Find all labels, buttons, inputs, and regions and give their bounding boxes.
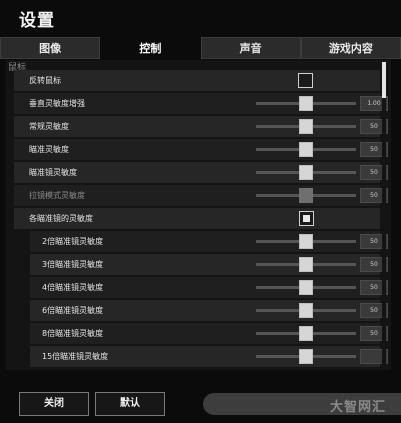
setting-label: 垂直灵敏度增强 (29, 99, 85, 108)
settings-row: 瞄准灵敏度 50 (14, 139, 388, 160)
settings-row: 拉镜模式灵敏度 50 (14, 185, 388, 206)
close-button[interactable]: 关闭 (19, 392, 89, 416)
indent-gutter (14, 323, 30, 344)
setting-label: 2倍瞄准镜灵敏度 (42, 237, 104, 246)
indent-gutter (14, 300, 30, 321)
scrollbar[interactable] (382, 62, 386, 368)
scrollbar-thumb[interactable] (382, 62, 386, 98)
settings-row: 4倍瞄准镜灵敏度 50 (14, 277, 388, 298)
setting-label: 4倍瞄准镜灵敏度 (42, 283, 104, 292)
tab-graphics[interactable]: 图像 (0, 37, 101, 59)
settings-row: 15倍瞄准镜灵敏度 (14, 346, 388, 367)
setting-label: 拉镜模式灵敏度 (29, 191, 85, 200)
slider-thumb[interactable] (299, 96, 313, 111)
settings-row: 垂直灵敏度增强 1.00 (14, 93, 388, 114)
slider-track[interactable] (256, 142, 356, 157)
setting-label: 各瞄准镜的灵敏度 (29, 214, 93, 223)
setting-label: 瞄准灵敏度 (29, 145, 69, 154)
setting-label: 15倍瞄准镜灵敏度 (42, 352, 109, 361)
tab-sound[interactable]: 声音 (200, 37, 301, 59)
settings-row: 2倍瞄准镜灵敏度 50 (14, 231, 388, 252)
checkbox[interactable] (298, 73, 313, 88)
setting-label: 8倍瞄准镜灵敏度 (42, 329, 104, 338)
window-title: 设置 (19, 11, 55, 31)
slider-thumb[interactable] (299, 257, 313, 272)
slider-track[interactable] (256, 280, 356, 295)
settings-row: 3倍瞄准镜灵敏度 50 (14, 254, 388, 275)
watermark: 大智网汇 (330, 400, 387, 415)
slider-thumb[interactable] (299, 119, 313, 134)
slider-thumb[interactable] (299, 326, 313, 341)
slider-track[interactable] (256, 257, 356, 272)
setting-label: 反转鼠标 (29, 76, 61, 85)
slider-track[interactable] (256, 326, 356, 341)
setting-label: 3倍瞄准镜灵敏度 (42, 260, 104, 269)
slider-track[interactable] (256, 165, 356, 180)
settings-row: 常规灵敏度 50 (14, 116, 388, 137)
indent-gutter (14, 277, 30, 298)
setting-label: 常规灵敏度 (29, 122, 69, 131)
settings-row: 8倍瞄准镜灵敏度 50 (14, 323, 388, 344)
slider-thumb[interactable] (299, 165, 313, 180)
slider-thumb[interactable] (299, 349, 313, 364)
slider-track[interactable] (256, 303, 356, 318)
slider-track[interactable] (256, 96, 356, 111)
settings-row: 6倍瞄准镜灵敏度 50 (14, 300, 388, 321)
indent-gutter (14, 346, 30, 367)
slider-track[interactable] (256, 119, 356, 134)
settings-row: 反转鼠标 (14, 70, 380, 91)
settings-row: 瞄准镜灵敏度 50 (14, 162, 388, 183)
slider-thumb[interactable] (299, 234, 313, 249)
slider-thumb[interactable] (299, 188, 313, 203)
tab-gameplay[interactable]: 游戏内容 (300, 37, 401, 59)
indent-gutter (14, 231, 30, 252)
slider-track[interactable] (256, 349, 356, 364)
tab-controls[interactable]: 控制 (100, 37, 201, 59)
default-button[interactable]: 默认 (95, 392, 165, 416)
setting-label: 6倍瞄准镜灵敏度 (42, 306, 104, 315)
tab-bar: 图像 控制 声音 游戏内容 (0, 37, 401, 59)
slider-thumb[interactable] (299, 280, 313, 295)
slider-thumb[interactable] (299, 142, 313, 157)
checkbox[interactable] (299, 211, 314, 226)
setting-label: 瞄准镜灵敏度 (29, 168, 77, 177)
settings-list: 反转鼠标 垂直灵敏度增强 1.00 常规灵敏度 50 瞄准灵敏度 50 瞄准镜灵敏度 50 拉镜模… (14, 70, 388, 369)
slider-thumb[interactable] (299, 303, 313, 318)
settings-row: 各瞄准镜的灵敏度 (14, 208, 380, 229)
indent-gutter (14, 254, 30, 275)
slider-track[interactable] (256, 188, 356, 203)
slider-track[interactable] (256, 234, 356, 249)
